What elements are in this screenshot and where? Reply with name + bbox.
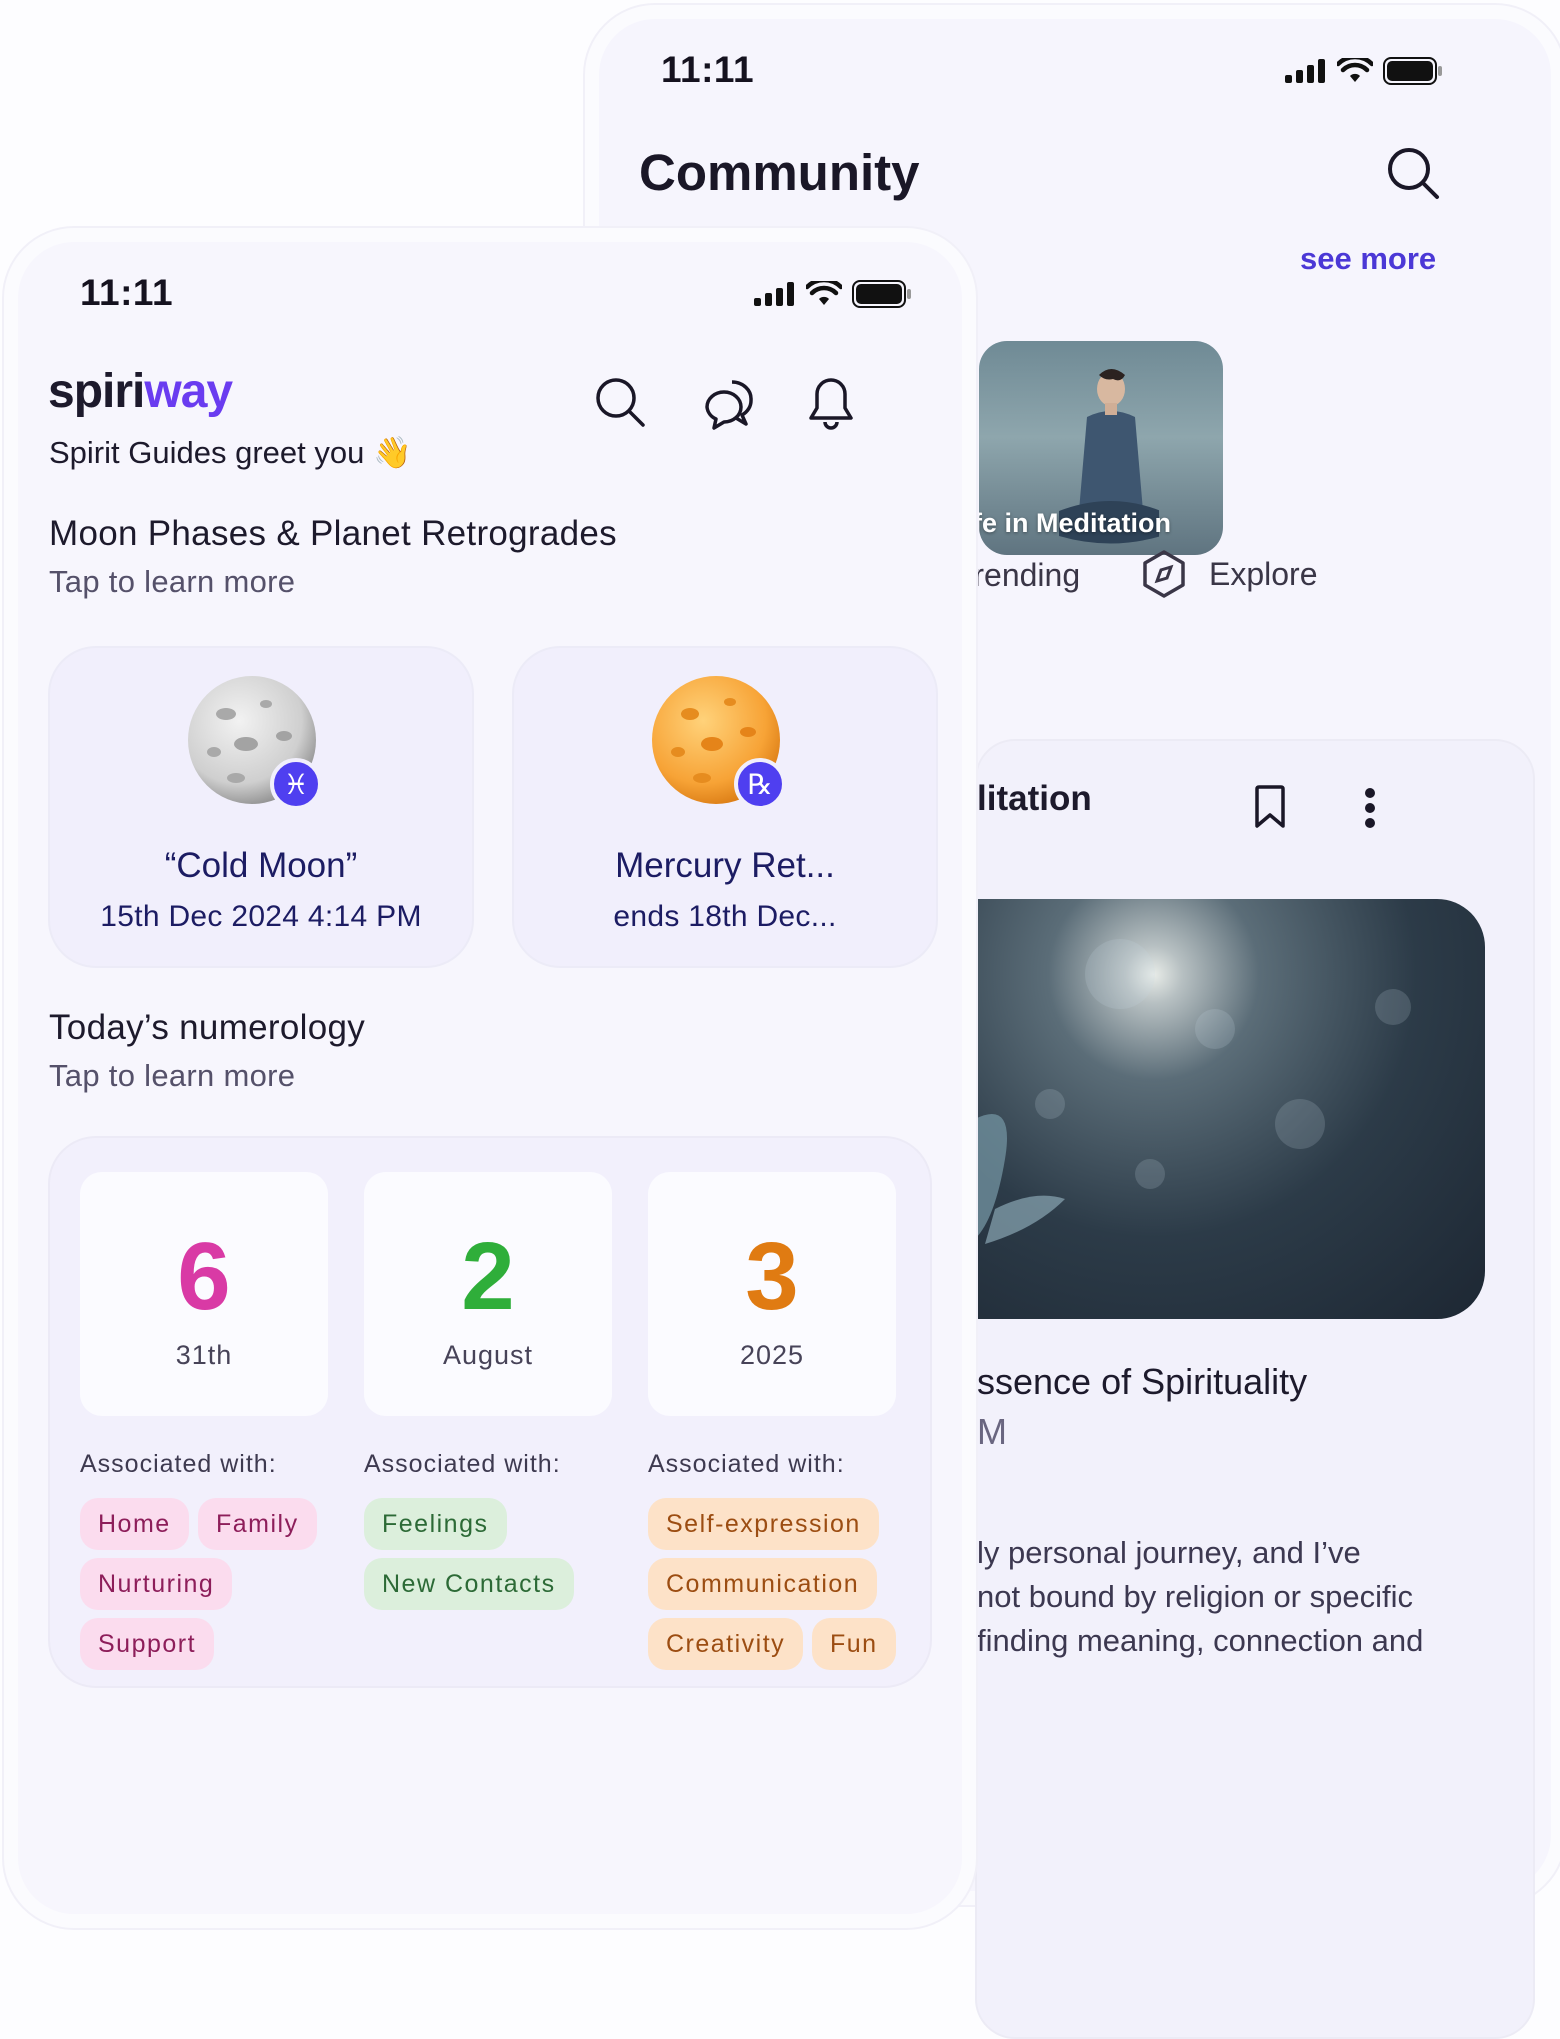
tag-chip[interactable]: New Contacts xyxy=(364,1558,574,1610)
post-body-line: not bound by religion or specific xyxy=(977,1579,1413,1614)
logo-text-1: spiri xyxy=(48,365,145,418)
numerology-label: 31th xyxy=(175,1340,233,1370)
battery-icon xyxy=(852,280,912,308)
post-subtitle: ssence of Spirituality xyxy=(977,1361,1308,1402)
numerology-number: 3 xyxy=(745,1223,799,1330)
home-screen: 11:11 spiriway Spirit Guides greet you 👋… xyxy=(4,228,976,1928)
tag-chip[interactable]: Nurturing xyxy=(80,1558,233,1610)
associated-label: Associated with: xyxy=(364,1450,561,1478)
retrograde-icon: ℞ xyxy=(747,768,772,801)
tab-explore[interactable]: Explore xyxy=(1139,549,1318,599)
status-icons xyxy=(1285,57,1443,85)
see-more-link[interactable]: see more xyxy=(1300,241,1436,277)
numerology-title: Today’s numerology xyxy=(49,1008,366,1047)
post-body-line: finding meaning, connection and xyxy=(977,1623,1424,1658)
page-title: Community xyxy=(639,144,920,201)
moon-card-title: “Cold Moon” xyxy=(164,846,358,885)
numerology-panel: 6 31th Associated with: Home Family Nurt… xyxy=(48,1136,932,1688)
moon-section-subtitle[interactable]: Tap to learn more xyxy=(49,564,295,600)
more-options-icon[interactable] xyxy=(1363,787,1377,829)
numerology-number: 6 xyxy=(177,1223,231,1330)
tag-chip[interactable]: Feelings xyxy=(364,1498,507,1550)
numerology-label: 2025 xyxy=(739,1340,805,1370)
story-card[interactable]: fe in Meditation xyxy=(979,341,1223,555)
retrograde-card[interactable]: ℞ Mercury Ret... ends 18th Dec... xyxy=(512,646,938,968)
signal-icon xyxy=(754,282,796,306)
moon-section-title: Moon Phases & Planet Retrogrades xyxy=(49,514,617,553)
bookmark-icon[interactable] xyxy=(1253,785,1287,829)
logo-text-2: way xyxy=(144,365,233,418)
greeting: Spirit Guides greet you 👋 xyxy=(49,435,412,470)
retrograde-card-title: Mercury Ret... xyxy=(615,846,835,885)
status-time: 11:11 xyxy=(661,49,755,90)
pisces-icon: ♓ xyxy=(283,768,308,801)
associated-label: Associated with: xyxy=(648,1450,845,1478)
bell-icon[interactable] xyxy=(808,376,854,432)
app-logo: spiriway xyxy=(48,364,233,419)
moon-icon: ♓ xyxy=(188,676,322,810)
numerology-day-card[interactable]: 6 31th xyxy=(80,1172,328,1416)
planet-icon: ℞ xyxy=(652,676,786,810)
wifi-icon xyxy=(1337,58,1373,84)
tag-chip[interactable]: Creativity xyxy=(648,1618,804,1670)
associated-label: Associated with: xyxy=(80,1450,277,1478)
compass-icon xyxy=(1139,549,1189,599)
numerology-number: 2 xyxy=(461,1223,515,1330)
battery-icon xyxy=(1383,57,1443,85)
status-time: 11:11 xyxy=(80,272,174,313)
post-body-line: ly personal journey, and I’ve xyxy=(977,1535,1361,1570)
retrograde-card-date: ends 18th Dec... xyxy=(613,900,837,933)
explore-label: Explore xyxy=(1209,555,1318,592)
story-caption: fe in Meditation xyxy=(979,508,1171,538)
leaf-shape xyxy=(975,1114,1065,1244)
tag-chip[interactable]: Home xyxy=(80,1498,189,1550)
tag-chip[interactable]: Support xyxy=(80,1618,215,1670)
post-title: litation xyxy=(977,779,1092,818)
wifi-icon xyxy=(806,281,842,307)
post-body: ly personal journey, and I’ve not bound … xyxy=(977,1531,1423,1663)
moon-phase-card[interactable]: ♓ “Cold Moon” 15th Dec 2024 4:14 PM xyxy=(48,646,474,968)
numerology-year-card[interactable]: 3 2025 xyxy=(648,1172,896,1416)
search-icon[interactable] xyxy=(1387,147,1443,203)
chat-icon[interactable] xyxy=(702,378,756,430)
status-icons xyxy=(754,280,912,308)
tag-chip[interactable]: Fun xyxy=(812,1618,896,1670)
post-image xyxy=(975,899,1485,1319)
moon-card-date: 15th Dec 2024 4:14 PM xyxy=(100,900,422,933)
tag-chip[interactable]: Family xyxy=(198,1498,317,1550)
tag-chip[interactable]: Communication xyxy=(648,1558,878,1610)
post-meta: M xyxy=(977,1411,1007,1452)
numerology-subtitle[interactable]: Tap to learn more xyxy=(49,1058,295,1094)
tag-chip[interactable]: Self-expression xyxy=(648,1498,879,1550)
numerology-label: August xyxy=(442,1340,534,1370)
signal-icon xyxy=(1285,59,1327,83)
search-icon[interactable] xyxy=(594,376,648,430)
numerology-month-card[interactable]: 2 August xyxy=(364,1172,612,1416)
